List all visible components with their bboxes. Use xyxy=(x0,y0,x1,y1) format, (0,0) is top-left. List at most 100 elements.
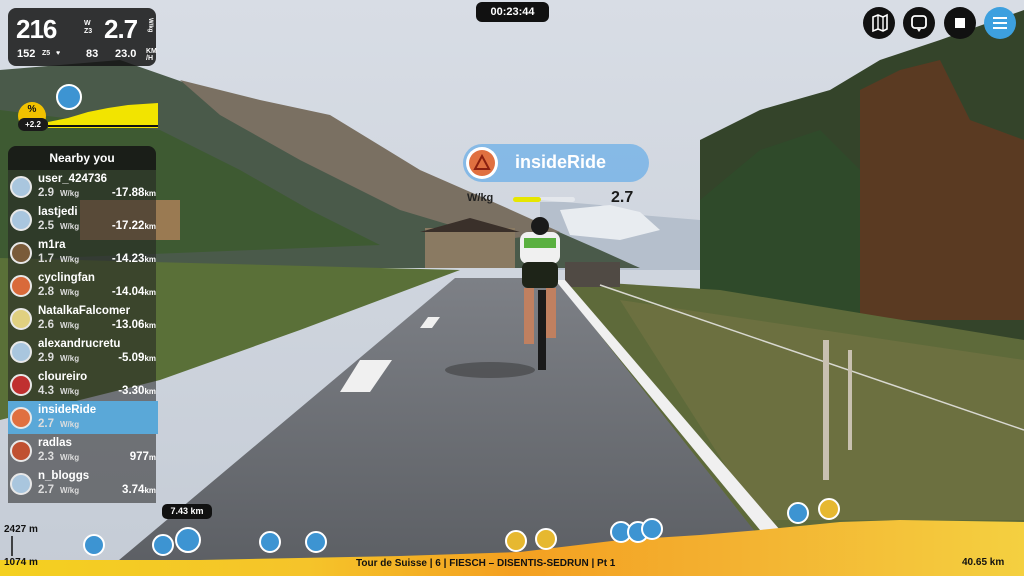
rider-gap: -17.88km xyxy=(112,187,156,199)
rider-avatar xyxy=(10,407,32,429)
rider-avatar xyxy=(10,440,32,462)
rider-pin-icon[interactable] xyxy=(505,530,527,552)
total-distance: 40.65 km xyxy=(962,557,1005,568)
rider-gap: -5.09km xyxy=(118,352,156,364)
rider-gap-value: -14.04 xyxy=(111,286,145,298)
rider-wkg: 2.8 xyxy=(38,286,54,298)
nearby-rider-row[interactable]: cyclingfan 2.8 W/kg -14.04km xyxy=(8,269,158,302)
rider-avatar xyxy=(10,374,32,396)
heart-rate-value: 152 xyxy=(17,48,36,60)
rider-pin-icon[interactable] xyxy=(535,528,557,550)
max-elevation: 2427 m xyxy=(4,524,38,535)
ride-stats-panel: 216 W Z3 2.7 W/kg 152 Z5 ♥ 83 23.0 KM /H xyxy=(8,8,157,66)
rider-gap-value: 3.74 xyxy=(122,484,145,496)
rider-pin-icon[interactable] xyxy=(152,534,174,556)
rider-gap: 977m xyxy=(130,451,156,463)
rider-pin-icon[interactable] xyxy=(641,518,663,540)
rider-name: insideRide xyxy=(515,152,607,172)
nearby-rider-row[interactable]: radlas 2.3 W/kg 977m xyxy=(8,434,158,467)
rider-gap: -3.30km xyxy=(118,385,156,397)
rider-wkg: 2.7 xyxy=(38,484,54,496)
stop-button[interactable] xyxy=(944,7,976,39)
rider-wkg: 2.6 xyxy=(38,319,54,331)
rider-name: user_424736 xyxy=(38,173,108,185)
rider-wkg-unit: W/kg xyxy=(60,486,80,495)
gradient-value: +2.2 xyxy=(18,118,48,131)
rider-gap-unit: km xyxy=(144,255,156,264)
my-position-pin-icon[interactable] xyxy=(175,527,201,553)
rider-wkg-bar-fill xyxy=(513,197,541,202)
rider-avatar xyxy=(10,176,32,198)
rider-gap-value: -17.88 xyxy=(111,187,145,199)
nearby-rider-row[interactable]: lastjedi 2.5 W/kg -17.22km xyxy=(8,203,158,236)
rider-wkg-unit: W/kg xyxy=(60,288,80,297)
rider-wkg: 2.7 xyxy=(38,418,54,430)
rider-name: insideRide xyxy=(38,404,97,416)
rider-avatar xyxy=(10,341,32,363)
rider-wkg-unit: W/kg xyxy=(60,255,80,264)
rider-wkg-value: 2.7 xyxy=(611,189,634,206)
rider-wkg: 2.3 xyxy=(38,451,54,463)
rider-gap-unit: km xyxy=(144,288,156,297)
nearby-rider-row[interactable]: user_424736 2.9 W/kg -17.88km xyxy=(8,170,158,203)
rider-wkg: 2.9 xyxy=(38,187,54,199)
nearby-rider-list[interactable]: user_424736 2.9 W/kg -17.88km lastjedi 2… xyxy=(8,170,158,503)
avatar-logo-icon xyxy=(469,150,495,176)
rider-name: radlas xyxy=(38,437,72,449)
rider-name: m1ra xyxy=(38,239,66,251)
rider-gap: -13.06km xyxy=(112,319,156,331)
rider-gap-value: 977 xyxy=(129,451,149,463)
rider-avatar xyxy=(10,242,32,264)
rider-wkg: 4.3 xyxy=(38,385,54,397)
map-icon xyxy=(872,13,888,33)
camera-switch-icon xyxy=(911,15,927,32)
rider-gap-value: -13.06 xyxy=(111,319,145,331)
stop-icon xyxy=(955,18,965,28)
speed-value: 23.0 xyxy=(115,48,137,60)
rider-name: lastjedi xyxy=(38,206,78,218)
rider-wkg-unit: W/kg xyxy=(60,189,80,198)
rider-gap-unit: km xyxy=(144,486,156,495)
rider-gap-value: -5.09 xyxy=(118,352,145,364)
distance-done-badge: 7.43 km xyxy=(162,504,212,519)
rider-gap-unit: km xyxy=(144,222,156,231)
menu-button[interactable] xyxy=(984,7,1016,39)
rider-pin-icon[interactable] xyxy=(818,498,840,520)
rider-avatar xyxy=(10,308,32,330)
rider-gap-unit: km xyxy=(144,189,156,198)
rider-wkg-indicator: W/kg 2.7 xyxy=(467,189,647,208)
speed-unit-bottom: /H xyxy=(146,55,153,62)
nearby-rider-row[interactable]: alexandrucretu 2.9 W/kg -5.09km xyxy=(8,335,158,368)
nearby-rider-row[interactable]: n_bloggs 2.7 W/kg 3.74km xyxy=(8,467,158,500)
rider-pin-icon[interactable] xyxy=(83,534,105,556)
wkg-unit: W/kg xyxy=(147,18,153,33)
rider-pin-icon[interactable] xyxy=(787,502,809,524)
rider-avatar xyxy=(10,209,32,231)
nearby-rider-row[interactable]: NatalkaFalcomer 2.6 W/kg -13.06km xyxy=(8,302,158,335)
rider-avatar xyxy=(10,473,32,495)
nearby-rider-row[interactable]: insideRide 2.7 W/kg xyxy=(8,401,158,434)
rider-wkg-unit: W/kg xyxy=(60,453,80,462)
rider-name: cyclingfan xyxy=(38,272,95,284)
heart-rate-zone: Z5 xyxy=(42,50,51,57)
power-zone: Z3 xyxy=(84,28,93,35)
rider-wkg: 1.7 xyxy=(38,253,54,265)
rider-name: NatalkaFalcomer xyxy=(38,305,131,317)
rider-wkg-label: W/kg xyxy=(467,192,494,204)
map-button[interactable] xyxy=(863,7,895,39)
nearby-rider-row[interactable]: cloureiro 4.3 W/kg -3.30km xyxy=(8,368,158,401)
rider-name-tag: insideRide xyxy=(463,144,649,182)
menu-icon xyxy=(993,17,1007,29)
heart-icon: ♥ xyxy=(56,50,61,57)
camera-switch-button[interactable] xyxy=(903,7,935,39)
rider-pin-icon[interactable] xyxy=(305,531,327,553)
rider-wkg-unit: W/kg xyxy=(60,222,80,231)
rider-gap: -14.23km xyxy=(112,253,156,265)
route-title: Tour de Suisse | 6 | FIESCH – DISENTIS-S… xyxy=(356,558,616,569)
rider-pin-icon[interactable] xyxy=(259,531,281,553)
nearby-rider-row[interactable]: m1ra 1.7 W/kg -14.23km xyxy=(8,236,158,269)
rider-name: n_bloggs xyxy=(38,470,90,482)
power-value: 216 xyxy=(16,14,57,44)
my-position-pin-icon xyxy=(56,84,82,110)
rider-wkg: 2.9 xyxy=(38,352,54,364)
